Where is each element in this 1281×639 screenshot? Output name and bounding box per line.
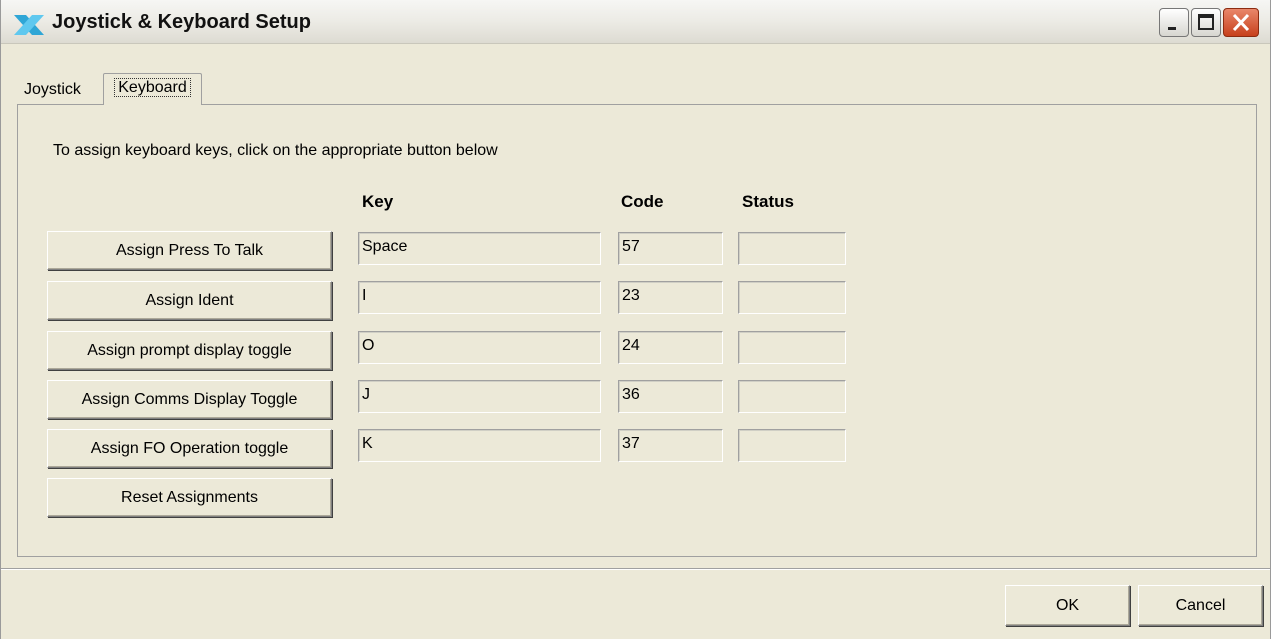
assign-ident-button[interactable]: Assign Ident bbox=[47, 281, 332, 320]
minimize-icon bbox=[1168, 27, 1176, 30]
key-field-press-to-talk: Space bbox=[358, 232, 601, 265]
close-button[interactable] bbox=[1223, 8, 1259, 37]
key-field-fo-operation: K bbox=[358, 429, 601, 462]
title-bar[interactable]: Joystick & Keyboard Setup bbox=[1, 0, 1270, 44]
maximize-icon bbox=[1198, 14, 1214, 30]
app-logo-icon bbox=[14, 15, 44, 35]
column-header-code: Code bbox=[621, 192, 664, 211]
footer-divider bbox=[1, 568, 1270, 570]
status-field-fo-operation bbox=[738, 429, 846, 462]
code-field-prompt-display: 24 bbox=[618, 331, 723, 364]
maximize-button[interactable] bbox=[1191, 8, 1221, 37]
column-header-status: Status bbox=[742, 192, 794, 211]
assign-comms-display-toggle-button[interactable]: Assign Comms Display Toggle bbox=[47, 380, 332, 419]
code-field-ident: 23 bbox=[618, 281, 723, 314]
reset-assignments-button[interactable]: Reset Assignments bbox=[47, 478, 332, 517]
dialog-window: Joystick & Keyboard Setup Joystick Keybo… bbox=[0, 0, 1271, 639]
tab-joystick[interactable]: Joystick bbox=[24, 81, 81, 99]
status-field-prompt-display bbox=[738, 331, 846, 364]
status-field-comms-display bbox=[738, 380, 846, 413]
window-title: Joystick & Keyboard Setup bbox=[52, 11, 311, 33]
ok-button[interactable]: OK bbox=[1005, 585, 1130, 626]
close-icon bbox=[1232, 13, 1250, 32]
tab-keyboard[interactable]: Keyboard bbox=[103, 73, 202, 105]
code-field-fo-operation: 37 bbox=[618, 429, 723, 462]
key-field-prompt-display: O bbox=[358, 331, 601, 364]
assign-fo-operation-toggle-button[interactable]: Assign FO Operation toggle bbox=[47, 429, 332, 468]
code-field-press-to-talk: 57 bbox=[618, 232, 723, 265]
cancel-button[interactable]: Cancel bbox=[1138, 585, 1263, 626]
instructions-text: To assign keyboard keys, click on the ap… bbox=[53, 142, 498, 159]
code-field-comms-display: 36 bbox=[618, 380, 723, 413]
key-field-ident: I bbox=[358, 281, 601, 314]
assign-prompt-display-toggle-button[interactable]: Assign prompt display toggle bbox=[47, 331, 332, 370]
status-field-press-to-talk bbox=[738, 232, 846, 265]
column-header-key: Key bbox=[362, 192, 394, 211]
tab-keyboard-label: Keyboard bbox=[114, 78, 191, 97]
key-field-comms-display: J bbox=[358, 380, 601, 413]
status-field-ident bbox=[738, 281, 846, 314]
minimize-button[interactable] bbox=[1159, 8, 1189, 37]
assign-press-to-talk-button[interactable]: Assign Press To Talk bbox=[47, 231, 332, 270]
